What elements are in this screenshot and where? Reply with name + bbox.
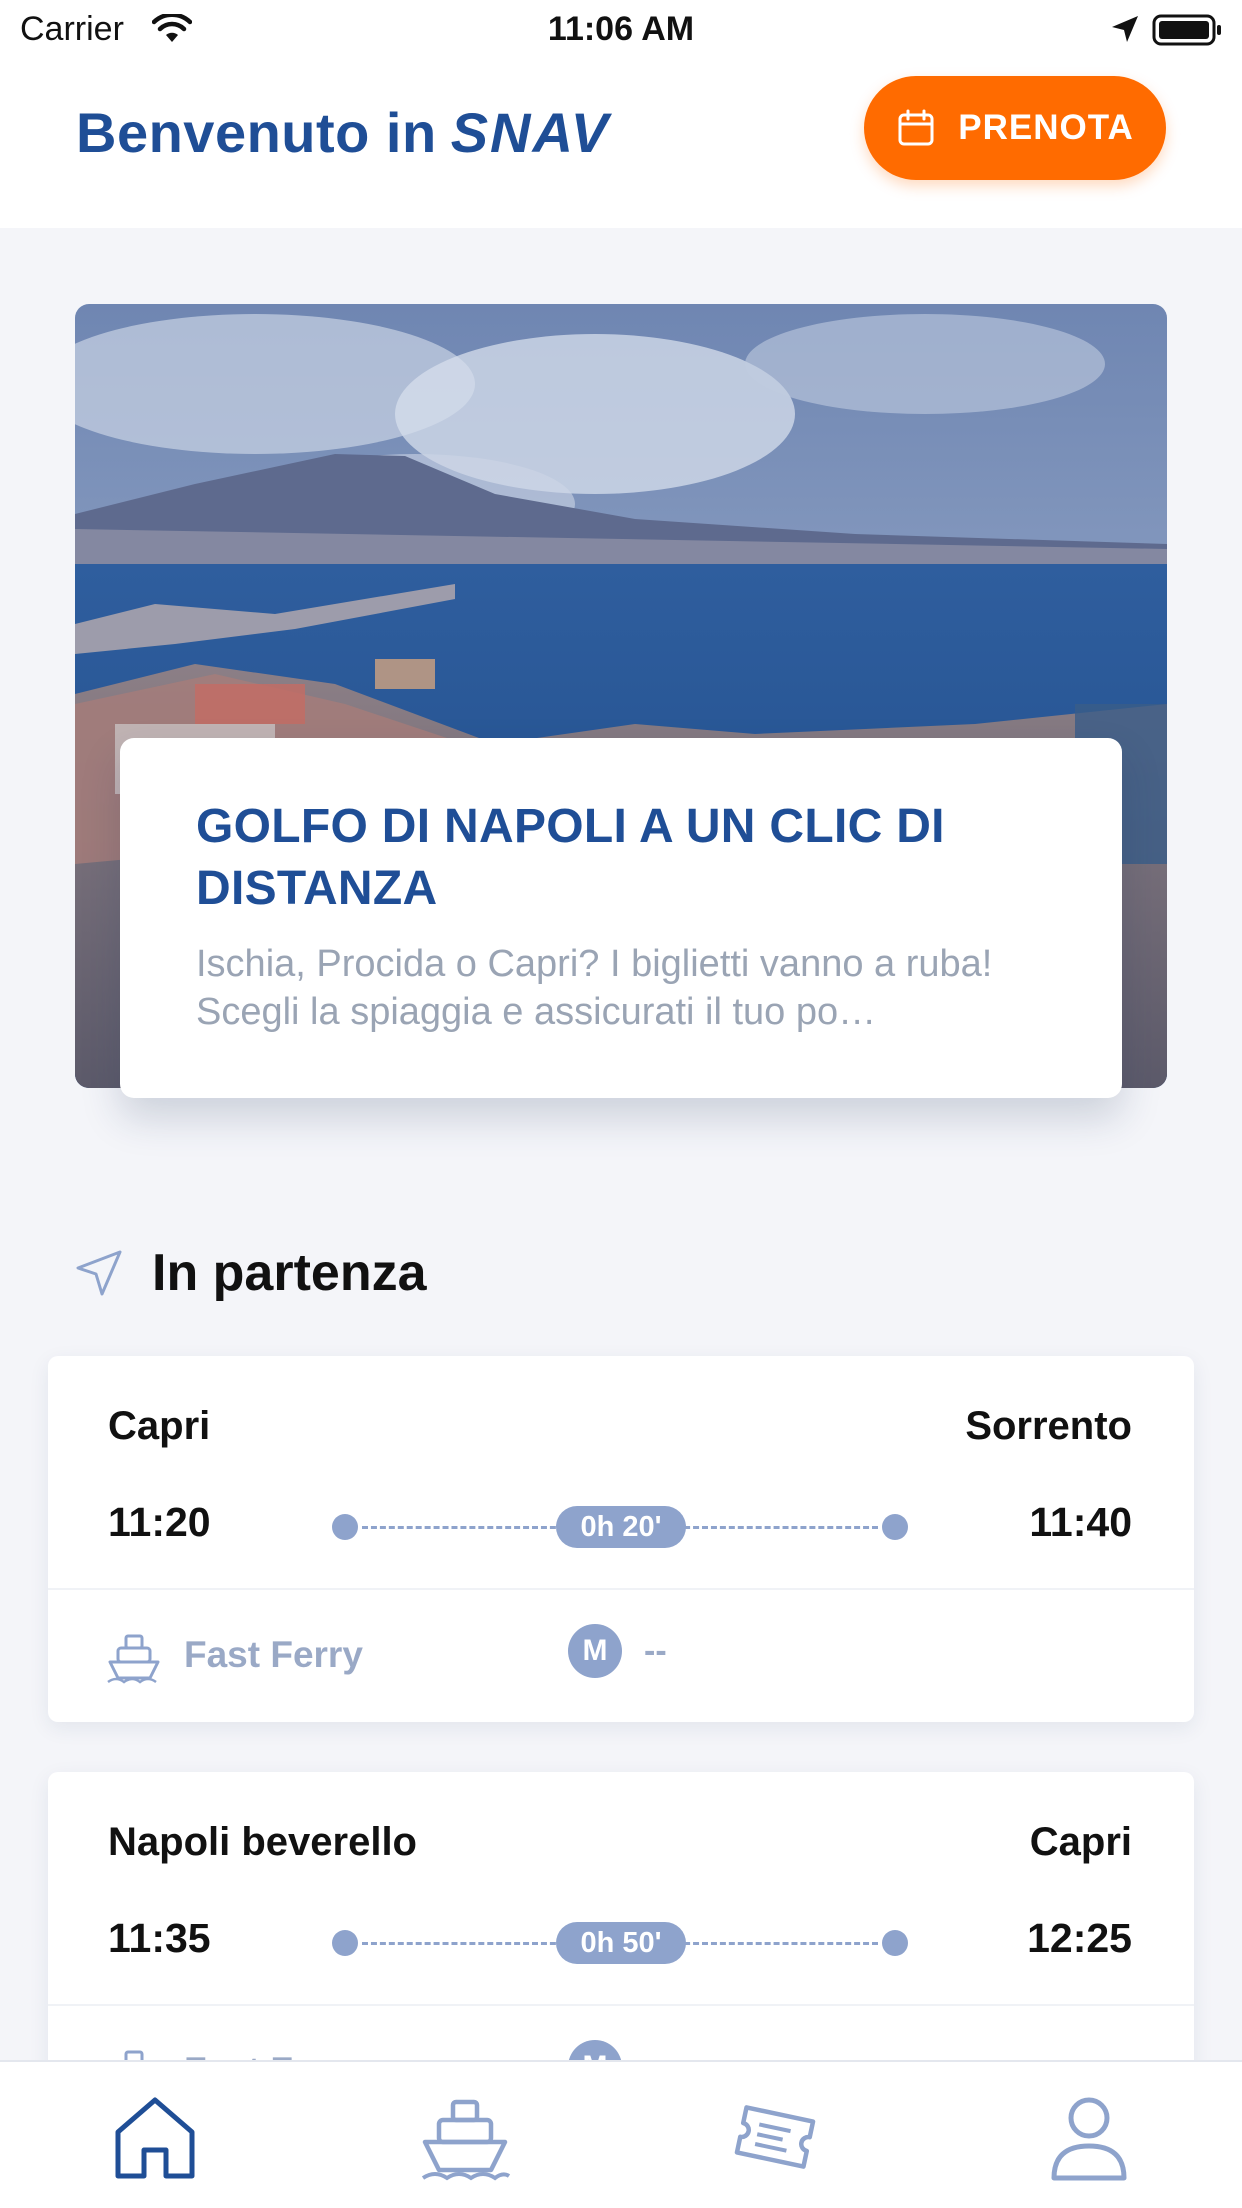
arrival-port: Capri [1029, 1820, 1132, 1864]
duration-pill: 0h 50' [556, 1922, 686, 1964]
duration-pill: 0h 20' [556, 1506, 686, 1548]
departure-time: 11:35 [108, 1915, 211, 1961]
book-button[interactable]: PRENOTA [864, 76, 1166, 180]
profile-icon [1051, 2097, 1127, 2181]
battery-icon [1152, 14, 1221, 46]
route-end-dot [882, 1514, 908, 1540]
departure-time: 11:20 [108, 1499, 211, 1545]
vessel-type: Fast Ferry [184, 1634, 363, 1675]
promo-card[interactable]: GOLFO DI NAPOLI A UN CLIC DI DISTANZA Is… [120, 738, 1122, 1098]
welcome-text: Benvenuto in [76, 101, 437, 164]
tab-profile[interactable] [1034, 2092, 1144, 2192]
section-title: In partenza [152, 1244, 427, 1302]
status-bar: Carrier 11:06 AM [0, 0, 1242, 62]
promo-description: Ischia, Procida o Capri? I biglietti van… [196, 943, 993, 1033]
tab-trips[interactable] [410, 2092, 520, 2192]
tickets-icon [734, 2105, 816, 2169]
brand-logo: SNAV [450, 101, 611, 164]
route-line: 0h 20' [332, 1506, 908, 1548]
card-divider [48, 2004, 1194, 2006]
arrival-time: 12:25 [1027, 1915, 1132, 1961]
departures-section-header: In partenza [74, 1238, 427, 1308]
tab-tickets[interactable] [720, 2092, 830, 2192]
departure-port: Capri [108, 1404, 211, 1448]
arrival-port: Sorrento [965, 1404, 1132, 1448]
arrival-time: 11:40 [1029, 1499, 1132, 1545]
departure-port: Napoli beverello [108, 1820, 417, 1864]
tab-home[interactable] [100, 2092, 210, 2192]
route-start-dot [332, 1930, 358, 1956]
m-badge: M [568, 1624, 622, 1678]
route-end-dot [882, 1930, 908, 1956]
route-start-dot [332, 1514, 358, 1540]
navigation-arrow-icon [76, 1250, 122, 1296]
m-badge-value: -- [644, 1632, 667, 1670]
departure-card[interactable]: Capri Sorrento 11:20 0h 20' 11:40 Fast F… [48, 1356, 1194, 1722]
location-arrow-icon [1112, 16, 1138, 42]
calendar-icon [898, 109, 934, 146]
welcome-title: Benvenuto in SNAV [76, 100, 610, 165]
ship-icon [107, 1634, 160, 1684]
clock: 11:06 AM [547, 10, 695, 48]
bottom-tab-bar [0, 2060, 1242, 2208]
card-divider [48, 1588, 1194, 1590]
promo-title: GOLFO DI NAPOLI A UN CLIC DI DISTANZA [196, 800, 945, 915]
route-line: 0h 50' [332, 1922, 908, 1964]
app-header: Benvenuto in SNAV PRENOTA [0, 62, 1242, 228]
ship-icon [421, 2099, 511, 2181]
book-button-label: PRENOTA [958, 108, 1134, 147]
home-icon [115, 2097, 195, 2179]
